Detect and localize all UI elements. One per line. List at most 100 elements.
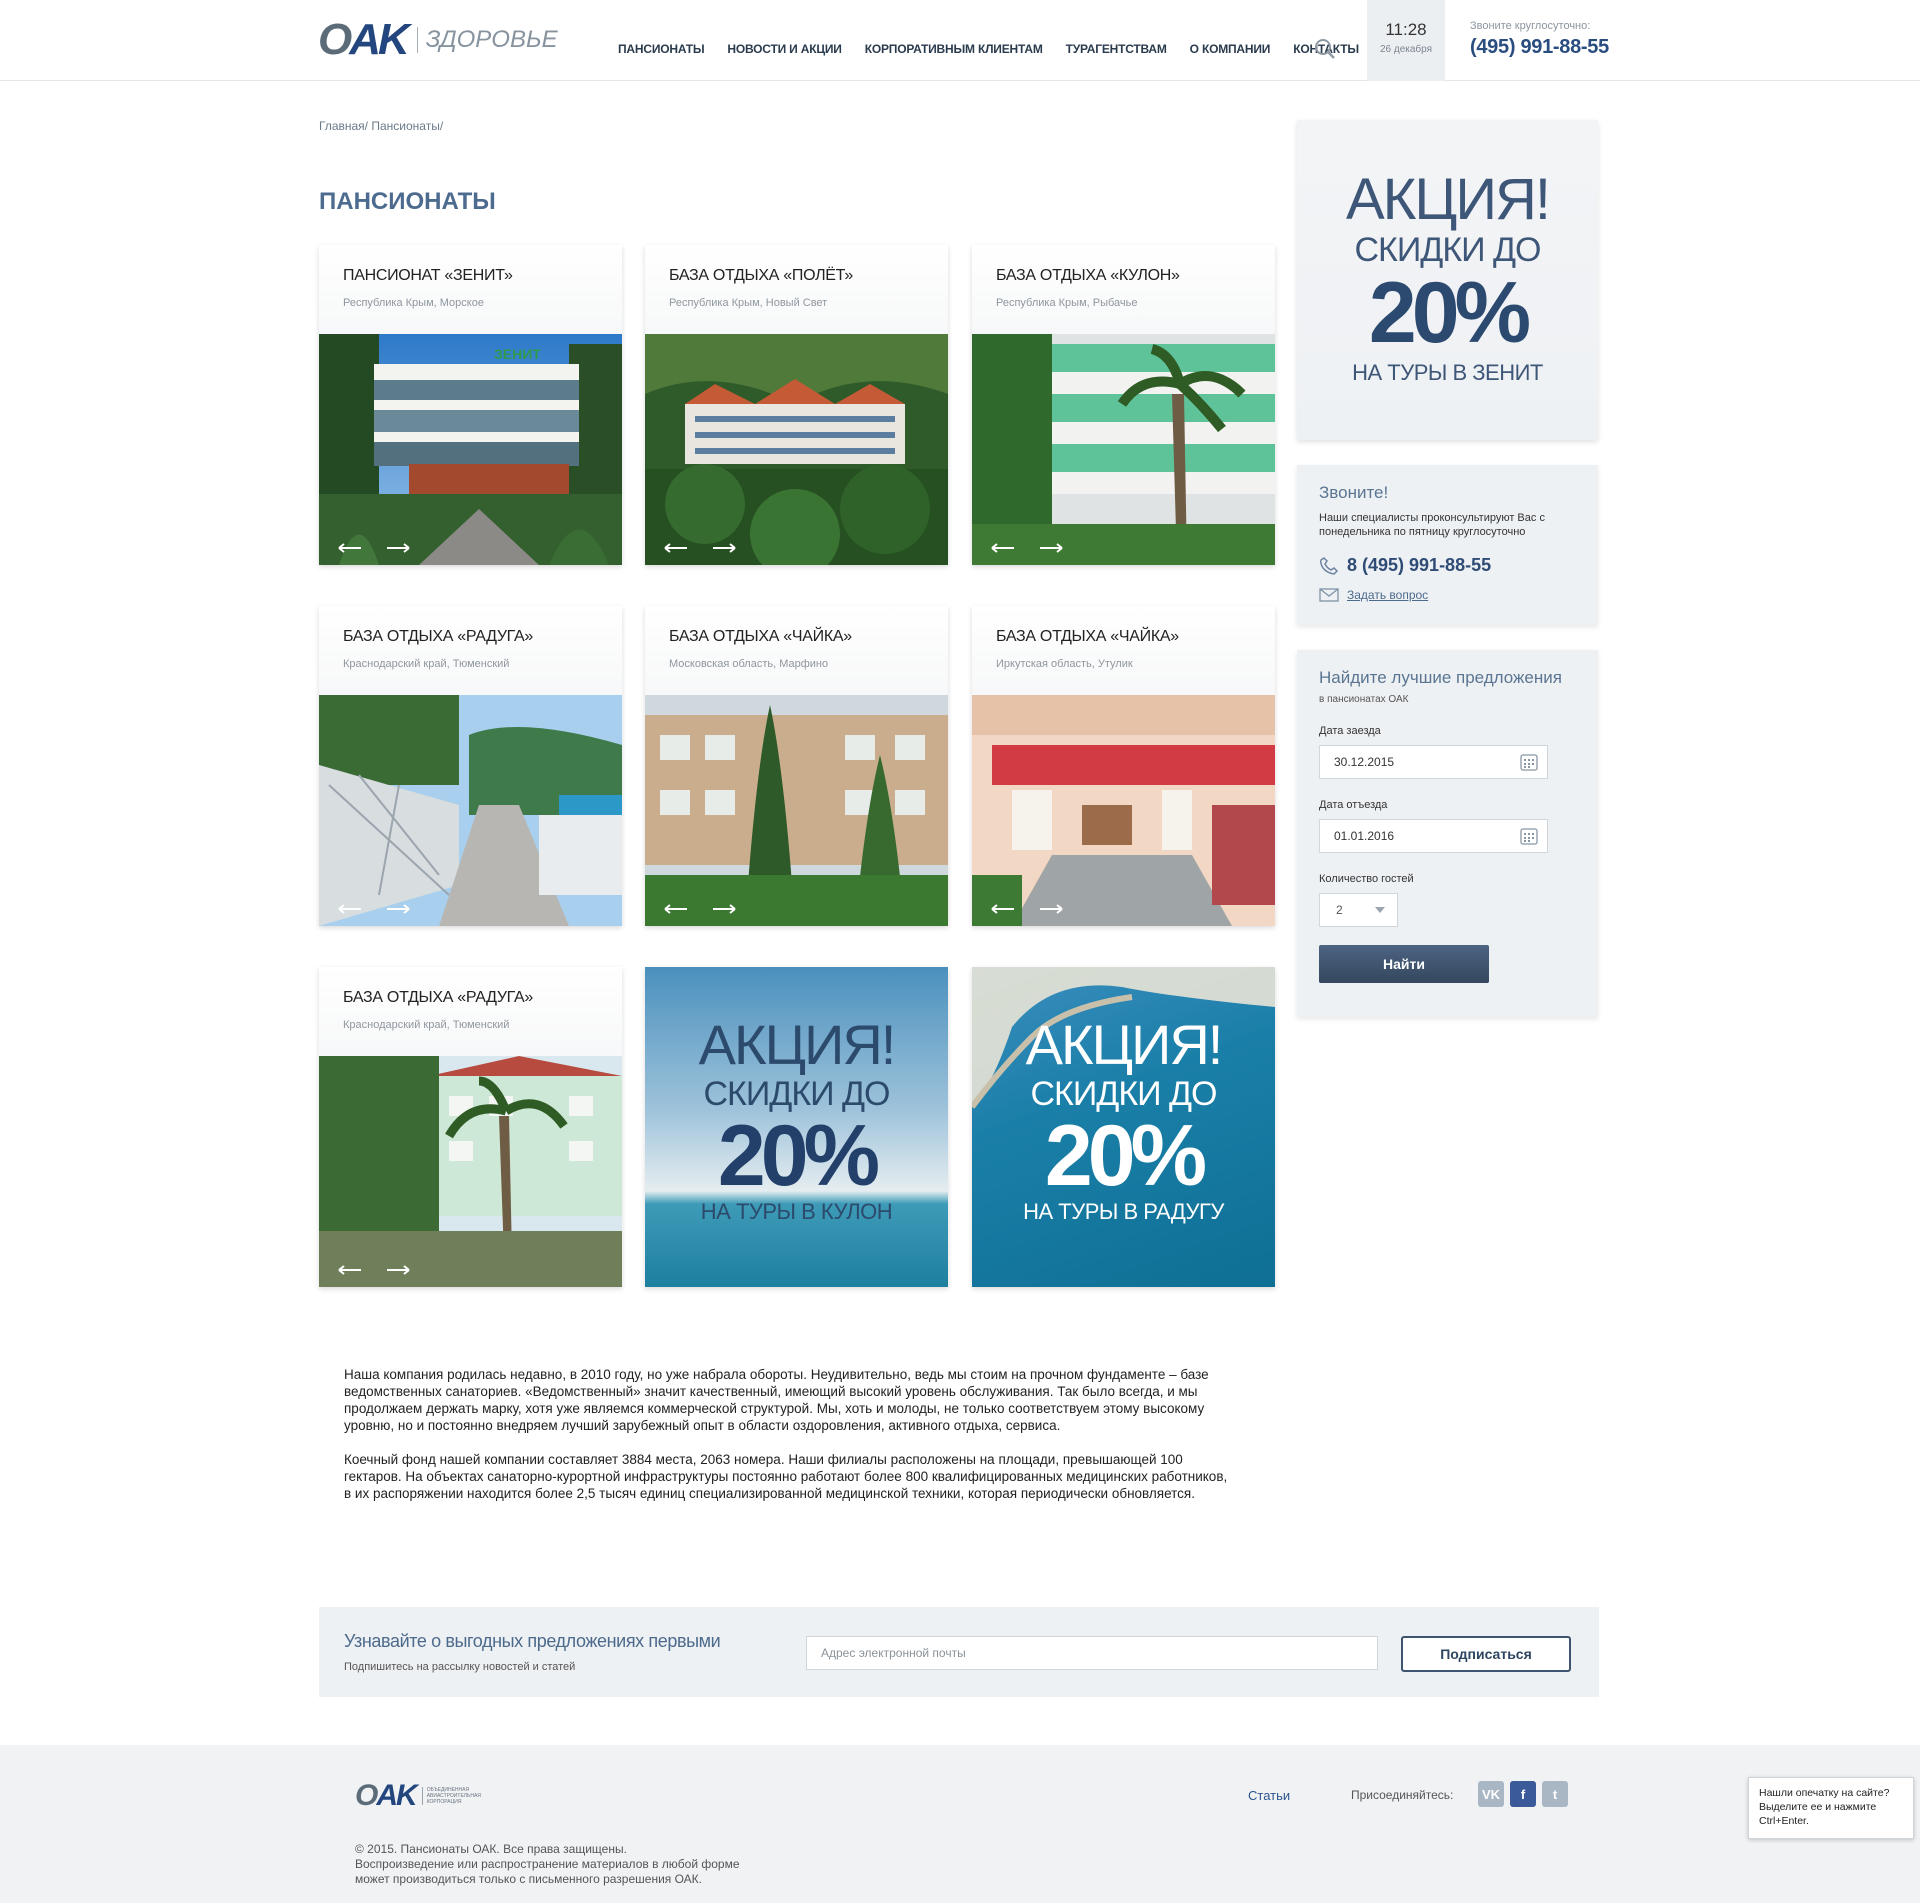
form-subheading: в пансионатах ОАК bbox=[1319, 694, 1409, 705]
card-photo bbox=[972, 695, 1275, 926]
arrow-left-icon[interactable] bbox=[337, 1263, 363, 1277]
facebook-icon[interactable]: f bbox=[1510, 1781, 1536, 1807]
resort-card-kulon[interactable]: БАЗА ОТДЫХА «КУЛОН» Республика Крым, Рыб… bbox=[972, 245, 1275, 565]
logo-subtitle: ЗДОРОВЬЕ bbox=[425, 26, 558, 53]
email-field[interactable] bbox=[806, 1636, 1378, 1670]
resort-card-raduga-2[interactable]: БАЗА ОТДЫХА «РАДУГА» Краснодарский край,… bbox=[319, 967, 622, 1287]
logo-mark: OAK bbox=[318, 15, 410, 64]
nav-item-about[interactable]: О КОМПАНИИ bbox=[1190, 42, 1271, 56]
promo-target: НА ТУРЫ В ЗЕНИТ bbox=[1352, 360, 1543, 385]
footer-logo[interactable]: OAK ОБЪЕДИНЕННАЯ АВИАСТРОИТЕЛЬНАЯ КОРПОР… bbox=[355, 1781, 492, 1811]
resort-card-polet[interactable]: БАЗА ОТДЫХА «ПОЛЁТ» Республика Крым, Нов… bbox=[645, 245, 948, 565]
copyright-line: Воспроизведение или распространение мате… bbox=[355, 1857, 740, 1871]
card-title[interactable]: ПАНСИОНАТ «ЗЕНИТ» bbox=[343, 267, 598, 285]
arrow-right-icon[interactable] bbox=[385, 902, 411, 916]
card-title[interactable]: БАЗА ОТДЫХА «ПОЛЁТ» bbox=[669, 267, 924, 285]
card-title[interactable]: БАЗА ОТДЫХА «ЧАЙКА» bbox=[669, 628, 924, 646]
clock-widget: 11:28 26 декабря bbox=[1367, 0, 1445, 81]
site-logo[interactable]: OAK ЗДОРОВЬЕ bbox=[318, 15, 558, 64]
copyright-line: © 2015. Пансионаты ОАК. Все права защище… bbox=[355, 1842, 627, 1856]
nav-item-news[interactable]: НОВОСТИ И АКЦИИ bbox=[727, 42, 842, 56]
phone-number[interactable]: (495) 991-88-55 bbox=[1470, 36, 1609, 59]
header-phone: Звоните круглосуточно: (495) 991-88-55 bbox=[1470, 20, 1609, 59]
resort-card-chaika-utulik[interactable]: БАЗА ОТДЫХА «ЧАЙКА» Иркутская область, У… bbox=[972, 606, 1275, 926]
guests-value: 2 bbox=[1336, 903, 1343, 917]
promo-banner-kulon[interactable]: АКЦИЯ! СКИДКИ ДО 20% НА ТУРЫ В КУЛОН bbox=[645, 967, 948, 1287]
card-location: Республика Крым, Морское bbox=[343, 297, 484, 309]
arrow-right-icon[interactable] bbox=[711, 902, 737, 916]
card-title[interactable]: БАЗА ОТДЫХА «РАДУГА» bbox=[343, 989, 598, 1007]
card-title[interactable]: БАЗА ОТДЫХА «РАДУГА» bbox=[343, 628, 598, 646]
about-paragraph: Наша компания родилась недавно, в 2010 г… bbox=[344, 1367, 1209, 1433]
card-location: Краснодарский край, Тюменский bbox=[343, 658, 510, 670]
arrow-right-icon[interactable] bbox=[385, 541, 411, 555]
breadcrumb-home[interactable]: Главная/ bbox=[319, 119, 368, 133]
promo-banner-raduga[interactable]: АКЦИЯ! СКИДКИ ДО 20% НА ТУРЫ В РАДУГУ bbox=[972, 967, 1275, 1287]
arrow-left-icon[interactable] bbox=[337, 541, 363, 555]
ask-question-label[interactable]: Задать вопрос bbox=[1347, 588, 1428, 602]
sidebar-call-block: Звоните! Наши специалисты проконсультиру… bbox=[1297, 465, 1598, 625]
promo-headline: АКЦИЯ! bbox=[1025, 1013, 1224, 1076]
logo-divider bbox=[416, 27, 418, 53]
site-footer: OAK ОБЪЕДИНЕННАЯ АВИАСТРОИТЕЛЬНАЯ КОРПОР… bbox=[0, 1745, 1920, 1903]
calendar-icon[interactable] bbox=[1519, 826, 1539, 846]
arrow-left-icon[interactable] bbox=[663, 541, 689, 555]
logo-mark: OAK bbox=[355, 1779, 418, 1812]
call-phone-number[interactable]: 8 (495) 991-88-55 bbox=[1347, 555, 1491, 576]
subscribe-button[interactable]: Подписаться bbox=[1401, 1636, 1571, 1672]
promo-target: НА ТУРЫ В РАДУГУ bbox=[1023, 1199, 1224, 1224]
card-title[interactable]: БАЗА ОТДЫХА «ЧАЙКА» bbox=[996, 628, 1251, 646]
footer-join-label: Присоединяйтесь: bbox=[1351, 1788, 1454, 1802]
sidebar-promo-zenit[interactable]: АКЦИЯ! СКИДКИ ДО 20% НА ТУРЫ В ЗЕНИТ bbox=[1297, 120, 1598, 440]
guests-select[interactable]: 2 bbox=[1319, 893, 1398, 927]
booking-search-form: Найдите лучшие предложения в пансионатах… bbox=[1297, 650, 1598, 1017]
calendar-icon[interactable] bbox=[1519, 752, 1539, 772]
card-photo bbox=[972, 334, 1275, 565]
promo-target: НА ТУРЫ В КУЛОН bbox=[700, 1199, 893, 1224]
resort-card-raduga[interactable]: БАЗА ОТДЫХА «РАДУГА» Краснодарский край,… bbox=[319, 606, 622, 926]
typo-notice-line: Ctrl+Enter. bbox=[1759, 1815, 1809, 1827]
nav-item-agencies[interactable]: ТУРАГЕНТСТВАМ bbox=[1066, 42, 1167, 56]
arrow-right-icon[interactable] bbox=[1038, 902, 1064, 916]
footer-copyright: © 2015. Пансионаты ОАК. Все права защище… bbox=[355, 1842, 740, 1887]
card-location: Московская область, Марфино bbox=[669, 658, 829, 670]
footer-articles-link[interactable]: Статьи bbox=[1248, 1788, 1290, 1803]
card-location: Республика Крым, Рыбачье bbox=[996, 297, 1138, 309]
resort-card-zenit[interactable]: ПАНСИОНАТ «ЗЕНИТ» Республика Крым, Морск… bbox=[319, 245, 622, 565]
checkin-label: Дата заезда bbox=[1319, 725, 1381, 737]
page-title: ПАНСИОНАТЫ bbox=[319, 188, 496, 215]
copyright-line: может производиться только с письменного… bbox=[355, 1872, 703, 1886]
nav-item-corporate[interactable]: КОРПОРАТИВНЫМ КЛИЕНТАМ bbox=[865, 42, 1043, 56]
resort-card-chaika-marfino[interactable]: БАЗА ОТДЫХА «ЧАЙКА» Московская область, … bbox=[645, 606, 948, 926]
nav-item-pansionaty[interactable]: ПАНСИОНАТЫ bbox=[618, 42, 705, 56]
typo-notice-line: Выделите ее и нажмите bbox=[1759, 1801, 1877, 1813]
checkout-date-field[interactable]: 01.01.2016 bbox=[1319, 819, 1548, 853]
arrow-left-icon[interactable] bbox=[990, 902, 1016, 916]
promo-discount: 20% bbox=[717, 1108, 880, 1204]
card-location: Краснодарский край, Тюменский bbox=[343, 1019, 510, 1031]
chevron-down-icon bbox=[1375, 907, 1385, 913]
ask-question-link[interactable]: Задать вопрос bbox=[1319, 588, 1576, 602]
arrow-right-icon[interactable] bbox=[711, 541, 737, 555]
twitter-icon[interactable]: t bbox=[1542, 1781, 1568, 1807]
main-nav: ПАНСИОНАТЫ НОВОСТИ И АКЦИИ КОРПОРАТИВНЫМ… bbox=[618, 42, 1382, 56]
breadcrumb-pansionaty[interactable]: Пансионаты/ bbox=[371, 119, 443, 133]
arrow-right-icon[interactable] bbox=[1038, 541, 1064, 555]
typo-notice-line: Нашли опечатку на сайте? bbox=[1759, 1787, 1890, 1799]
checkin-date-field[interactable]: 30.12.2015 bbox=[1319, 745, 1548, 779]
form-heading: Найдите лучшие предложения bbox=[1319, 668, 1562, 687]
arrow-left-icon[interactable] bbox=[337, 902, 363, 916]
subscribe-bar: Узнавайте о выгодных предложениях первым… bbox=[319, 1607, 1599, 1697]
arrow-left-icon[interactable] bbox=[663, 902, 689, 916]
card-photo: ЗЕНИТ bbox=[319, 334, 622, 565]
call-phone[interactable]: 8 (495) 991-88-55 bbox=[1319, 555, 1576, 576]
search-icon[interactable] bbox=[1314, 38, 1336, 60]
guests-label: Количество гостей bbox=[1319, 873, 1414, 885]
vk-icon[interactable]: VK bbox=[1478, 1781, 1504, 1807]
card-title[interactable]: БАЗА ОТДЫХА «КУЛОН» bbox=[996, 267, 1251, 285]
card-photo bbox=[319, 695, 622, 926]
promo-discount: 20% bbox=[1368, 265, 1531, 361]
search-submit-button[interactable]: Найти bbox=[1319, 945, 1489, 983]
arrow-left-icon[interactable] bbox=[990, 541, 1016, 555]
arrow-right-icon[interactable] bbox=[385, 1263, 411, 1277]
